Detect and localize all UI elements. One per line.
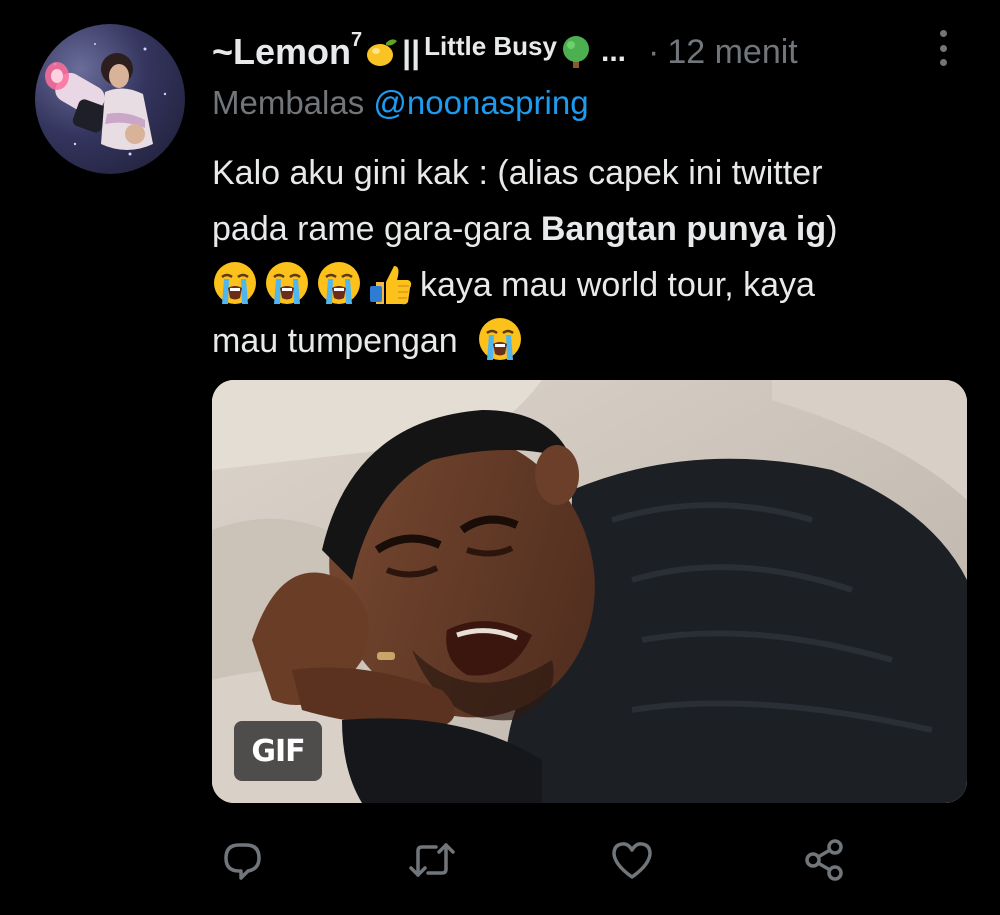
tweet-text-line-3: kaya mau world tour, kaya <box>212 257 972 313</box>
avatar[interactable] <box>35 24 185 174</box>
tweet-actions <box>212 830 852 890</box>
tweet-text-line-2: pada rame gara-gara Bangtan punya ig) <box>212 201 972 257</box>
share-icon <box>801 837 847 883</box>
retweet-button[interactable] <box>402 830 462 890</box>
gif-badge: GIF <box>234 721 322 781</box>
share-button[interactable] <box>794 830 854 890</box>
tweet-header: ~Lemon 7 || Little Busy ... · 12 menit <box>212 22 972 82</box>
display-name-suffix: Little Busy <box>424 30 557 61</box>
name-ellipsis: ... <box>600 35 626 68</box>
tweet-text-line-1: Kalo aku gini kak : (alias capek ini twi… <box>212 154 823 192</box>
tweet-text-line-4-text: mau tumpengan <box>212 322 458 360</box>
replying-prefix: Membalas <box>212 84 365 121</box>
tree-emoji-icon <box>559 35 593 69</box>
reply-button[interactable] <box>212 830 272 890</box>
reply-icon <box>219 837 265 883</box>
tweet-text-bold: Bangtan punya ig <box>540 210 827 248</box>
tweet-text-line-2-start: pada rame gara-gara <box>212 210 541 248</box>
timestamp[interactable]: 12 menit <box>667 33 797 72</box>
name-separator: || <box>402 33 421 70</box>
loudly-crying-face-emoji-icon <box>477 316 523 362</box>
tweet-text-line-4: mau tumpengan <box>212 313 972 369</box>
replying-handle-link[interactable]: @noonaspring <box>373 84 588 121</box>
like-button[interactable] <box>602 830 662 890</box>
replying-to: Membalas @noonaspring <box>212 84 589 122</box>
tweet-text-line-2-end: ) <box>826 210 838 248</box>
heart-icon <box>609 837 655 883</box>
retweet-icon <box>406 837 458 883</box>
separator-dot: · <box>648 32 660 71</box>
tweet-text: Kalo aku gini kak : (alias capek ini twi… <box>212 145 972 369</box>
lemon-emoji-icon <box>364 35 398 69</box>
loudly-crying-face-emoji-icon <box>212 260 258 306</box>
loudly-crying-face-emoji-icon <box>264 260 310 306</box>
media-gif[interactable]: GIF <box>212 380 967 803</box>
display-name-superscript: 7 <box>351 28 363 51</box>
display-name[interactable]: ~Lemon <box>212 31 351 73</box>
more-vertical-icon[interactable] <box>926 26 960 70</box>
tweet-text-line-3-text: kaya mau world tour, kaya <box>420 266 815 304</box>
tweet[interactable]: ~Lemon 7 || Little Busy ... · 12 menit Me… <box>0 0 1000 915</box>
loudly-crying-face-emoji-icon <box>316 260 362 306</box>
thumbs-up-emoji-icon <box>368 260 414 306</box>
